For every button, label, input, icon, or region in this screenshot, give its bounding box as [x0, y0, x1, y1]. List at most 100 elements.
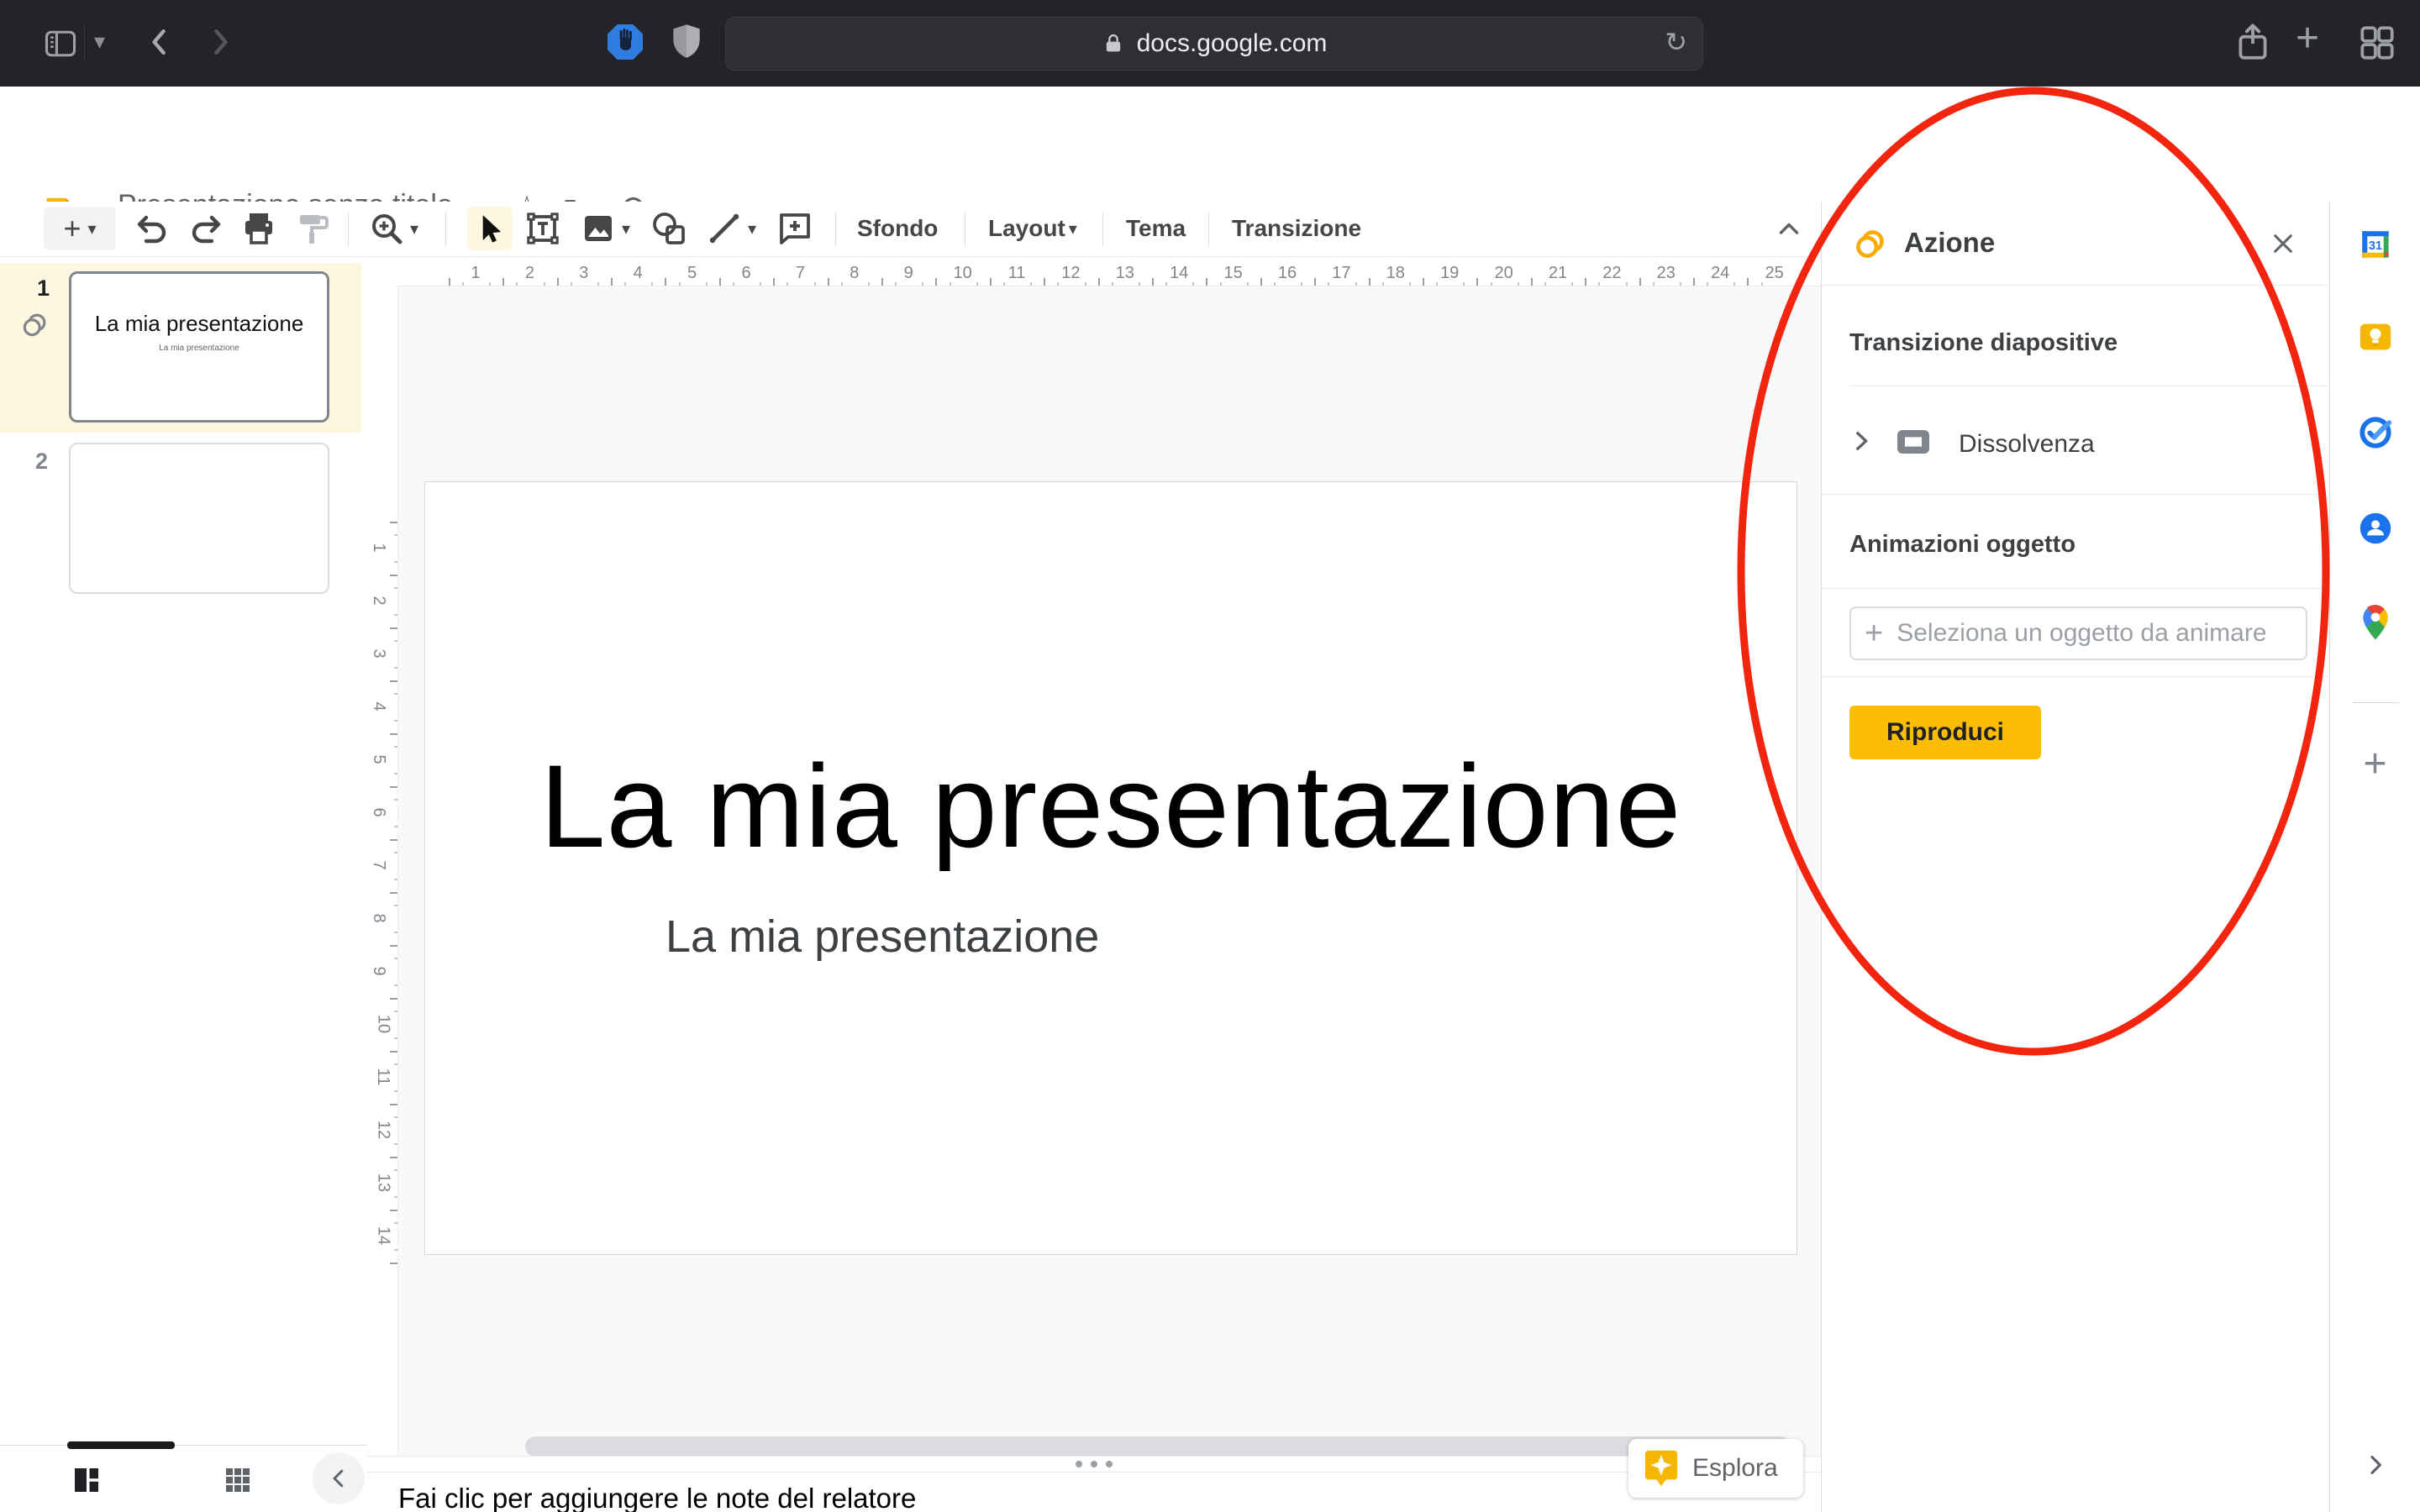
caret-down-icon: ▾ — [1069, 218, 1077, 239]
insert-image-button[interactable]: ▾ — [578, 202, 630, 255]
close-panel-icon[interactable] — [2270, 230, 2296, 257]
ruler-number: 11 — [1008, 264, 1026, 283]
filmstrip-view-button[interactable] — [69, 1462, 104, 1498]
sidebar-toggle-icon[interactable] — [42, 25, 79, 62]
app-header: Presentazione senza titolo ☆ FileModific… — [0, 87, 2420, 202]
caret-down-icon: ▾ — [87, 218, 96, 239]
lock-icon — [1102, 32, 1125, 55]
slide-title-text[interactable]: La mia presentazione — [425, 738, 1797, 874]
slide-motion-icon — [20, 307, 52, 339]
tab-overview-icon[interactable] — [2356, 22, 2398, 64]
slide-thumbnail-1[interactable]: La mia presentazione La mia presentazion… — [69, 271, 329, 423]
ruler-number: 1 — [369, 543, 388, 552]
redo-button[interactable] — [187, 202, 227, 255]
ruler-number: 8 — [850, 264, 859, 283]
rail-divider — [2352, 702, 2399, 703]
horizontal-ruler: 1234567891011121314151617181920212223242… — [367, 257, 1821, 286]
browser-chrome: ▾ docs.google.com ↻ + — [0, 0, 2420, 87]
panel-divider — [1822, 588, 2329, 589]
url-text: docs.google.com — [1137, 29, 1328, 58]
speaker-notes[interactable]: Fai clic per aggiungere le note del rela… — [367, 1473, 1821, 1512]
ruler-number: 16 — [1278, 264, 1297, 283]
background-button[interactable]: Sfondo — [857, 202, 938, 255]
ruler-number: 17 — [1332, 264, 1350, 283]
insert-comment-button[interactable] — [775, 202, 815, 255]
ruler-number: 15 — [1223, 264, 1242, 283]
expand-chevron-icon[interactable] — [1847, 427, 1876, 455]
new-slide-button[interactable]: + ▾ — [44, 207, 116, 250]
ruler-number: 19 — [1440, 264, 1459, 283]
slide-page[interactable]: La mia presentazione La mia presentazion… — [424, 481, 1797, 1255]
play-label: Riproduci — [1886, 718, 2004, 747]
grid-view-button[interactable] — [220, 1462, 255, 1498]
ruler-number: 11 — [373, 1068, 392, 1086]
shield-extension-icon[interactable] — [666, 20, 708, 62]
content-blocker-hand-icon[interactable] — [602, 18, 649, 66]
thumb-subtitle: La mia presentazione — [71, 344, 327, 353]
collapse-toolbar-icon[interactable] — [1773, 213, 1805, 245]
ruler-number: 23 — [1657, 264, 1676, 283]
transition-value: Dissolvenza — [1959, 430, 2095, 459]
toolbar-separator — [1102, 213, 1103, 246]
transition-button[interactable]: Transizione — [1232, 202, 1361, 255]
explore-sparkle-icon — [1642, 1447, 1681, 1489]
layout-button[interactable]: Layout▾ — [988, 202, 1077, 255]
motion-panel-header: Azione — [1822, 202, 2329, 286]
chrome-divider — [84, 25, 85, 60]
screen: ▾ docs.google.com ↻ + Presentazion — [0, 0, 2420, 1512]
slide-thumbnail-2[interactable] — [69, 443, 329, 594]
ruler-number: 7 — [369, 860, 388, 869]
slide-number: 1 — [37, 276, 50, 302]
speaker-notes-placeholder: Fai clic per aggiungere le note del rela… — [398, 1483, 916, 1512]
sidebar-caret-icon[interactable]: ▾ — [94, 29, 105, 55]
paint-format-button[interactable] — [292, 202, 333, 255]
ruler-number: 9 — [904, 264, 913, 283]
ruler-number: 2 — [525, 264, 534, 283]
theme-button[interactable]: Tema — [1126, 202, 1186, 255]
ruler-number: 12 — [1061, 264, 1080, 283]
insert-line-button[interactable]: ▾ — [704, 202, 756, 255]
motion-icon — [1852, 223, 1891, 262]
notes-resize-handle[interactable] — [367, 1456, 1821, 1473]
ruler-number: 8 — [369, 913, 388, 922]
share-page-icon[interactable] — [2232, 18, 2274, 66]
tasks-icon[interactable] — [2356, 413, 2395, 452]
calendar-icon[interactable]: 31 — [2358, 227, 2393, 262]
insert-shape-button[interactable] — [649, 202, 689, 255]
text-box-button[interactable] — [523, 202, 563, 255]
hide-side-panel-icon[interactable] — [2362, 1452, 2389, 1478]
ruler-number: 10 — [374, 1015, 393, 1033]
plus-icon: + — [1865, 616, 1883, 652]
collapse-filmstrip-button[interactable] — [313, 1452, 365, 1504]
transition-row[interactable]: Dissolvenza — [1822, 386, 2329, 494]
toolbar-separator — [348, 213, 349, 246]
keep-icon[interactable] — [2356, 318, 2395, 356]
zoom-button[interactable]: ▾ — [366, 202, 418, 255]
slide-number: 2 — [35, 449, 48, 475]
ruler-number: 14 — [1170, 264, 1188, 283]
new-tab-icon[interactable]: + — [2296, 15, 2319, 61]
ruler-number: 7 — [796, 264, 805, 283]
select-tool-button[interactable] — [467, 207, 513, 250]
maps-icon[interactable] — [2357, 603, 2394, 642]
google-side-rail: 31 + — [2329, 202, 2420, 1512]
thumb-title: La mia presentazione — [71, 311, 327, 337]
contacts-icon[interactable] — [2356, 509, 2395, 548]
ruler-number: 3 — [579, 264, 588, 283]
horizontal-scrollbar[interactable] — [525, 1436, 1791, 1457]
ruler-number: 22 — [1602, 264, 1621, 283]
svg-text:31: 31 — [2369, 239, 2382, 253]
get-addons-icon[interactable]: + — [2363, 741, 2386, 787]
undo-button[interactable] — [131, 202, 171, 255]
select-object-to-animate[interactable]: + Seleziona un oggetto da animare — [1849, 606, 2307, 660]
motion-panel: Azione Transizione diapositive Dissolven… — [1821, 202, 2329, 1512]
back-button[interactable] — [141, 24, 178, 60]
toolbar-separator — [835, 213, 836, 246]
print-button[interactable] — [239, 202, 279, 255]
explore-button[interactable]: Esplora — [1628, 1439, 1803, 1498]
play-button[interactable]: Riproduci — [1849, 706, 2041, 759]
url-field[interactable]: docs.google.com ↻ — [725, 17, 1703, 71]
slide-subtitle-text[interactable]: La mia presentazione — [666, 911, 1099, 963]
forward-button[interactable] — [202, 24, 239, 60]
reload-icon[interactable]: ↻ — [1665, 26, 1687, 58]
